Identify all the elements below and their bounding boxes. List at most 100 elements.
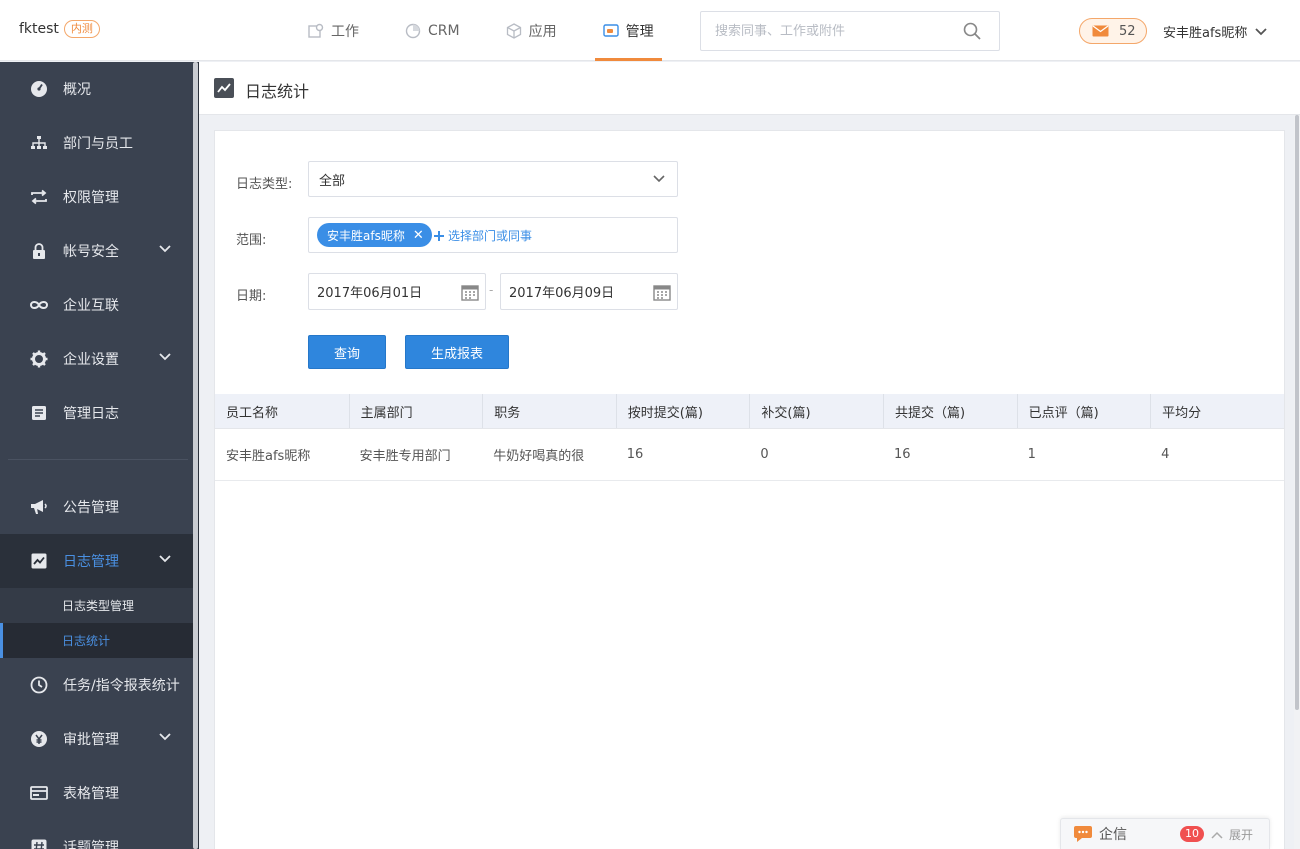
chevron-down-icon [159,353,171,361]
main-nav: 工作 CRM 应用 管理 [300,0,692,61]
top-bar: fktest 内测 工作 CRM 应用 管理 52 安丰胜afs昵称 [0,0,1300,61]
chevron-down-icon [653,175,665,183]
sidebar-item-topics[interactable]: 话题管理 [0,820,193,849]
column-header-position: 职务 [482,394,616,428]
chat-unread-badge: 10 [1180,826,1204,842]
sidebar-subitem-log-statistics[interactable]: 日志统计 [0,623,193,658]
log-type-select[interactable]: 全部 [308,161,678,197]
hashtag-icon [30,838,48,849]
cell-department: 安丰胜专用部门 [359,449,451,464]
chevron-down-icon [159,555,171,563]
trend-chart-icon [30,552,48,570]
nav-apps-label: 应用 [528,23,557,40]
chat-expand-button[interactable]: 展开 [1211,826,1253,843]
range-selector[interactable]: 安丰胜afs昵称 ✕ 选择部门或同事 [308,217,678,253]
sidebar: 概况 部门与员工 权限管理 帐号安全 企业互联 企业设置 管理日志 公告管理 日… [0,62,199,849]
trend-chart-icon [214,78,234,98]
cell-position: 牛奶好喝真的很 [493,449,585,464]
sidebar-subitem-log-types[interactable]: 日志类型管理 [0,588,193,623]
column-header-average: 平均分 [1150,394,1284,428]
sidebar-item-admin-log[interactable]: 管理日志 [0,386,193,440]
log-type-value: 全部 [319,173,346,189]
sidebar-item-interconnect[interactable]: 企业互联 [0,278,193,332]
sidebar-item-account-security[interactable]: 帐号安全 [0,224,193,278]
swap-icon [30,188,48,206]
table-header: 员工名称 主属部门 职务 按时提交(篇) 补交(篇) 共提交（篇) 已点评（篇)… [215,394,1284,429]
date-to-input[interactable]: 2017年06月09日 [500,273,678,310]
log-type-label: 日志类型: [236,177,293,192]
sidebar-item-enterprise-settings[interactable]: 企业设置 [0,332,193,386]
lock-icon [30,242,48,260]
chat-title: 企信 [1099,827,1127,843]
search-icon[interactable] [963,22,981,40]
add-link-label: 选择部门或同事 [448,229,533,243]
cell-reviewed: 1 [1027,447,1036,462]
sidebar-subitem-label: 日志类型管理 [62,599,135,613]
sidebar-item-announcements[interactable]: 公告管理 [0,480,193,534]
column-header-department: 主属部门 [348,394,483,428]
sidebar-item-task-report[interactable]: 任务/指令报表统计 [0,658,193,712]
nav-admin[interactable]: 管理 [594,0,662,61]
sidebar-item-label: 日志管理 [63,554,119,570]
content-card: 日志类型: 全部 范围: 安丰胜afs昵称 ✕ 选择部门或同事 日期: 2017… [214,130,1285,849]
close-icon[interactable]: ✕ [413,228,424,243]
calendar-icon[interactable] [461,284,479,301]
sidebar-item-label: 审批管理 [63,732,119,748]
document-icon [30,404,48,422]
org-chart-icon [30,134,48,152]
sidebar-item-label: 公告管理 [63,500,119,516]
sidebar-item-overview[interactable]: 概况 [0,62,193,116]
sidebar-item-permissions[interactable]: 权限管理 [0,170,193,224]
calendar-icon[interactable] [653,284,671,301]
sidebar-item-label: 任务/指令报表统计 [63,678,180,694]
column-header-ontime: 按时提交(篇) [615,394,750,428]
user-menu[interactable]: 安丰胜afs昵称 [1163,22,1267,41]
column-header-name: 员工名称 [226,405,279,421]
main-scrollbar[interactable] [1295,115,1299,710]
infinity-icon [30,296,48,314]
sidebar-item-label: 话题管理 [63,840,119,849]
table-icon [30,784,48,802]
page-title: 日志统计 [245,82,310,101]
column-header-reviewed: 已点评（篇) [1016,394,1151,428]
brand[interactable]: fktest 内测 [19,20,100,38]
sidebar-item-label: 权限管理 [63,190,119,206]
plus-icon [434,230,444,241]
sidebar-item-approval[interactable]: 审批管理 [0,712,193,766]
table-row[interactable]: 安丰胜afs昵称 安丰胜专用部门 牛奶好喝真的很 16 0 16 1 4 [215,429,1284,481]
sidebar-item-forms[interactable]: 表格管理 [0,766,193,820]
gear-icon [30,350,48,368]
chat-widget[interactable]: 企信 10 展开 [1060,818,1270,849]
nav-crm[interactable]: CRM [397,0,468,61]
sidebar-item-label: 部门与员工 [63,136,133,152]
date-from-input[interactable]: 2017年06月01日 [308,273,486,310]
work-icon [308,23,324,38]
nav-work[interactable]: 工作 [300,0,367,61]
search-box [700,11,1000,51]
app-icon [506,22,521,39]
date-from-value: 2017年06月01日 [317,286,423,301]
add-department-link[interactable]: 选择部门或同事 [434,227,532,244]
range-label: 范围: [236,233,267,248]
sidebar-divider [8,459,188,460]
sidebar-item-log-management[interactable]: 日志管理 [0,534,193,588]
sidebar-item-label: 企业互联 [63,298,119,314]
sidebar-item-departments[interactable]: 部门与员工 [0,116,193,170]
dashboard-icon [30,80,48,98]
yen-icon [30,730,48,748]
search-input[interactable] [701,12,941,50]
brand-name: fktest [19,21,59,37]
generate-report-button[interactable]: 生成报表 [405,335,509,369]
chevron-down-icon [1255,27,1267,35]
cell-ontime: 16 [626,447,644,462]
chat-expand-label: 展开 [1229,828,1254,842]
page-header: 日志统计 [199,62,1300,115]
cell-name: 安丰胜afs昵称 [226,449,311,464]
nav-apps[interactable]: 应用 [498,0,565,61]
nav-work-label: 工作 [331,23,359,40]
nav-crm-label: CRM [428,22,460,39]
query-button[interactable]: 查询 [308,335,386,369]
selected-user-tag: 安丰胜afs昵称 ✕ [317,223,432,247]
sidebar-scrollbar[interactable] [193,62,198,849]
message-button[interactable]: 52 [1079,18,1147,44]
